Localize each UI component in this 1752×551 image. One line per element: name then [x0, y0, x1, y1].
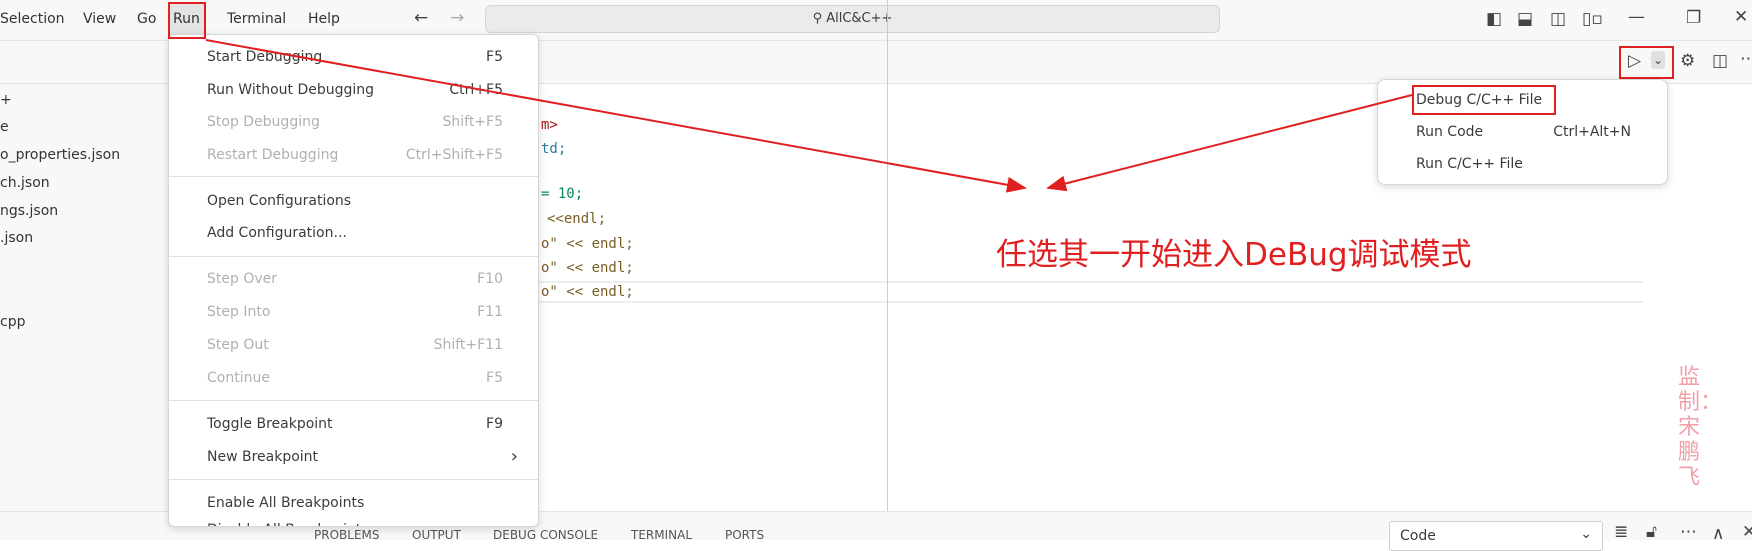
watermark: 监制：宋鹏飞	[1678, 365, 1723, 490]
arrow-from-debug-item	[1046, 94, 1413, 192]
annotation-text: 任选其一开始进入DeBug调试模式	[996, 237, 1472, 273]
annotation-arrows	[205, 39, 1413, 193]
arrow-from-run-menu	[205, 39, 1027, 193]
